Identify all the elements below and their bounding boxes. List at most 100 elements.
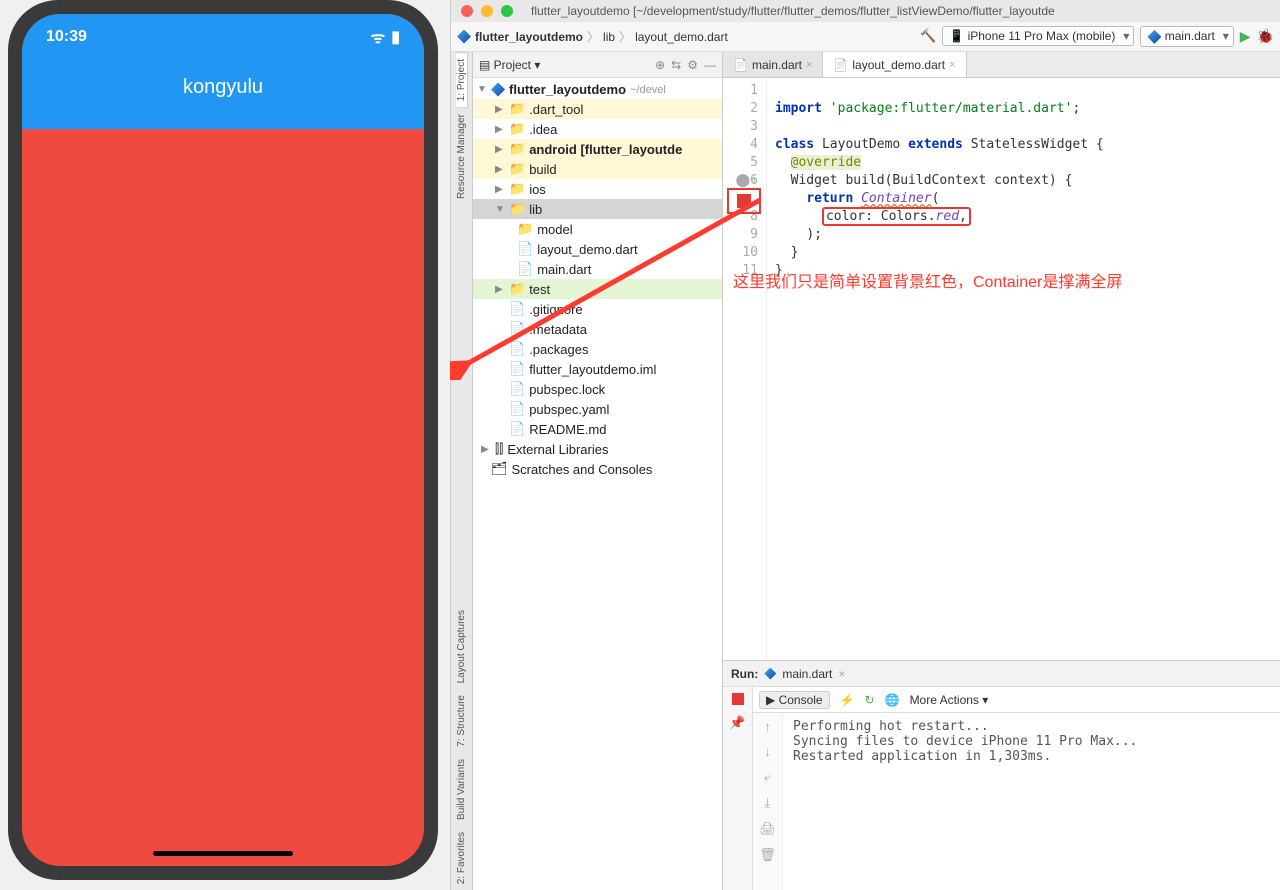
tree-item[interactable]: android [flutter_layoutde	[529, 142, 682, 157]
tree-item[interactable]: .gitignore	[529, 302, 582, 317]
resource-manager-button[interactable]: Resource Manager	[456, 108, 467, 205]
code-content[interactable]: import 'package:flutter/material.dart'; …	[767, 78, 1108, 660]
tree-item[interactable]: main.dart	[537, 262, 591, 277]
breadcrumb-root[interactable]: flutter_layoutdemo	[475, 30, 583, 44]
tree-item[interactable]: pubspec.lock	[529, 382, 605, 397]
app-title: kongyulu	[22, 76, 424, 99]
library-icon: ⫿⫿	[495, 441, 503, 457]
gear-icon[interactable]: ⚙	[687, 58, 698, 72]
ide-window: flutter_layoutdemo [~/development/study/…	[450, 0, 1280, 890]
file-icon: 📄	[509, 401, 525, 417]
console-tab[interactable]: ▶ Console	[759, 691, 830, 709]
minimize-window-button[interactable]	[481, 5, 493, 17]
file-icon: 📄	[509, 381, 525, 397]
home-indicator	[153, 851, 293, 856]
file-icon: 📄	[509, 361, 525, 377]
run-side-toolbar: 📌	[723, 687, 753, 890]
breadcrumb-file[interactable]: layout_demo.dart	[635, 30, 728, 44]
close-icon[interactable]: ×	[806, 59, 812, 71]
wifi-icon: ᯤ	[371, 26, 386, 48]
toolbar: flutter_layoutdemo 〉 lib 〉 layout_demo.d…	[451, 22, 1280, 52]
run-target[interactable]: main.dart	[782, 667, 832, 681]
status-icons: ᯤ ▮	[371, 26, 400, 48]
folder-icon: 📁	[509, 201, 525, 217]
tree-item-lib[interactable]: lib	[529, 202, 542, 217]
flutter-icon	[491, 83, 505, 97]
window-title: flutter_layoutdemo [~/development/study/…	[521, 4, 1280, 18]
chevron-right-icon: 〉	[619, 28, 631, 45]
editor-tabs: 📄main.dart× 📄layout_demo.dart×	[723, 52, 1280, 78]
file-icon: 📄	[509, 421, 525, 437]
folder-icon: 📁	[509, 141, 525, 157]
left-tool-strip: 1: Project Resource Manager Layout Captu…	[451, 52, 473, 890]
breadcrumb-folder[interactable]: lib	[603, 30, 615, 44]
structure-button[interactable]: 7: Structure	[456, 689, 467, 753]
open-devtools-icon[interactable]: 🌐	[885, 693, 900, 707]
down-icon[interactable]: ↓	[764, 744, 771, 759]
run-config-selector[interactable]: main.dart	[1140, 26, 1233, 47]
folder-icon: 📁	[509, 281, 525, 297]
run-panel: Run: main.dart × 📌 ▶ Console ⚡ ↻	[723, 660, 1280, 890]
tree-item[interactable]: .idea	[529, 122, 557, 137]
tree-item[interactable]: model	[537, 222, 572, 237]
print-icon[interactable]: 🖨	[759, 821, 776, 837]
tree-item[interactable]: layout_demo.dart	[537, 242, 637, 257]
device-selector[interactable]: 📱 iPhone 11 Pro Max (mobile)	[942, 26, 1134, 46]
maximize-window-button[interactable]	[501, 5, 513, 17]
code-editor[interactable]: 12345 ⬤↑6891011 import 'package:flutter/…	[723, 78, 1280, 660]
tree-item[interactable]: test	[529, 282, 550, 297]
project-panel: ▤ Project ▾ ⊕ ⇆ ⚙ — ▼ flutter_layoutdemo…	[473, 52, 723, 890]
more-actions-dropdown[interactable]: More Actions ▾	[910, 693, 989, 707]
folder-icon: 📁	[509, 101, 525, 117]
tree-item[interactable]: flutter_layoutdemo.iml	[529, 362, 656, 377]
target-icon[interactable]: ⊕	[655, 58, 665, 72]
run-button[interactable]: ▶	[1240, 28, 1251, 45]
hot-reload-icon[interactable]: ⚡	[840, 693, 855, 707]
phone-frame: DEBUG 10:39 ᯤ ▮ kongyulu	[8, 0, 438, 880]
stop-button[interactable]	[732, 693, 744, 705]
tree-item[interactable]: .packages	[529, 342, 588, 357]
line-gutter: 12345 ⬤↑6891011	[723, 78, 767, 660]
tab-main[interactable]: 📄main.dart×	[723, 52, 823, 77]
hot-restart-icon[interactable]: ↻	[865, 693, 875, 707]
tree-root[interactable]: flutter_layoutdemo	[509, 82, 626, 97]
tree-item[interactable]: External Libraries	[507, 442, 608, 457]
tab-layout-demo[interactable]: 📄layout_demo.dart×	[823, 52, 966, 77]
build-variants-button[interactable]: Build Variants	[456, 753, 467, 826]
folder-icon: 📁	[509, 161, 525, 177]
hide-icon[interactable]: —	[704, 58, 716, 72]
hammer-icon[interactable]: 🔨	[920, 28, 936, 44]
soft-wrap-icon[interactable]: ⤶	[764, 769, 771, 785]
favorites-button[interactable]: 2: Favorites	[456, 826, 467, 890]
pin-icon[interactable]: 📌	[729, 715, 745, 731]
breadcrumb[interactable]: flutter_layoutdemo 〉 lib 〉 layout_demo.d…	[475, 28, 728, 45]
tree-item[interactable]: ios	[529, 182, 546, 197]
phone-screen: DEBUG 10:39 ᯤ ▮ kongyulu	[22, 14, 424, 866]
tree-item[interactable]: .metadata	[529, 322, 587, 337]
debug-button[interactable]: 🐞	[1257, 28, 1274, 45]
close-window-button[interactable]	[461, 5, 473, 17]
scratches-icon: 🗂	[491, 461, 508, 477]
clear-icon[interactable]: 🗑	[759, 847, 776, 863]
console-header: ▶ Console ⚡ ↻ 🌐 More Actions ▾	[753, 687, 1280, 713]
tree-item[interactable]: pubspec.yaml	[529, 402, 609, 417]
collapse-icon[interactable]: ⇆	[671, 58, 681, 72]
close-icon[interactable]: ×	[949, 59, 955, 71]
layout-captures-button[interactable]: Layout Captures	[456, 604, 467, 689]
project-tree[interactable]: ▼ flutter_layoutdemo ~/devel ▶📁.dart_too…	[473, 78, 722, 890]
console-output[interactable]: Performing hot restart... Syncing files …	[783, 713, 1280, 890]
dart-file-icon: 📄	[517, 241, 533, 257]
dart-file-icon: 📄	[833, 58, 848, 72]
up-icon[interactable]: ↑	[764, 719, 771, 734]
tree-item[interactable]: Scratches and Consoles	[512, 462, 653, 477]
project-tool-button[interactable]: 1: Project	[456, 52, 468, 108]
scroll-to-end-icon[interactable]: ⤓	[765, 795, 771, 811]
tree-item[interactable]: build	[529, 162, 556, 177]
close-icon[interactable]: ×	[838, 667, 845, 681]
window-controls: flutter_layoutdemo [~/development/study/…	[451, 0, 1280, 22]
tree-item[interactable]: README.md	[529, 422, 606, 437]
folder-icon: 📁	[509, 181, 525, 197]
tree-item[interactable]: .dart_tool	[529, 102, 583, 117]
project-view-selector[interactable]: ▤ Project ▾	[479, 58, 540, 72]
color-gutter-marker	[727, 188, 761, 214]
